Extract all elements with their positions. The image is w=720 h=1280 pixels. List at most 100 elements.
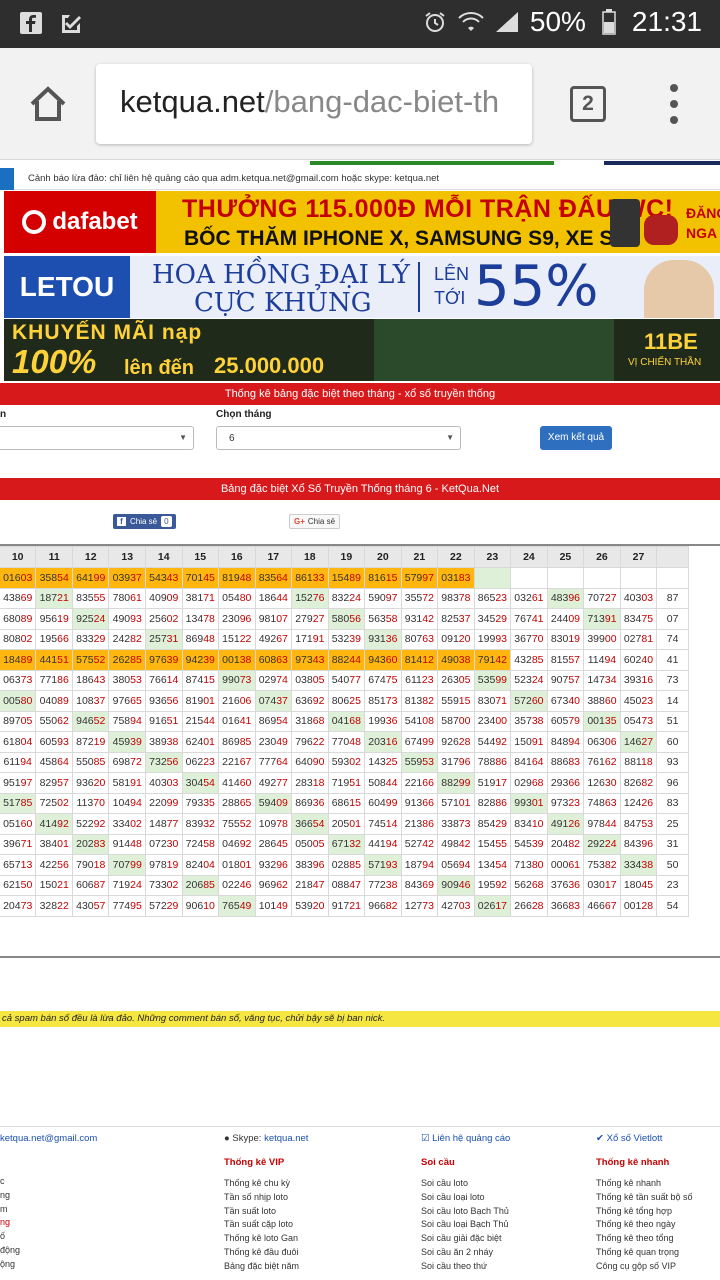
table-cell: 54539: [510, 833, 548, 855]
footer-link[interactable]: Thống kê chu kỳ: [224, 1177, 299, 1191]
table-cell: 39900: [583, 628, 621, 650]
ads-contact-link[interactable]: ☑ Liên hệ quảng cáo: [421, 1133, 510, 1144]
footer-link[interactable]: Thống kê loto Gan: [224, 1232, 299, 1246]
footer-link[interactable]: động: [0, 1244, 20, 1258]
table-cell: 56358: [364, 608, 402, 630]
letou-banner[interactable]: LETOU HOA HỒNG ĐẠI LÝ CỰC KHỦNG LÊN TỚI …: [4, 256, 720, 318]
footer-link[interactable]: Tần suất cặp loto: [224, 1218, 299, 1232]
table-cell: 82537: [437, 608, 475, 630]
dafabet-banner[interactable]: dafabet THƯỞNG 115.000Đ MỖI TRẬN ĐẤU WC!…: [4, 191, 720, 253]
signal-icon: [494, 8, 520, 36]
month-select[interactable]: 6 ▼: [216, 426, 461, 450]
table-cell: 01801: [218, 854, 256, 876]
table-cell: 93620: [71, 772, 110, 794]
table-cell: 94360: [364, 649, 402, 671]
footer-link[interactable]: ng: [0, 1189, 20, 1203]
table-cell: 99301: [510, 792, 548, 814]
table-header-cell: 10: [0, 546, 37, 568]
footer-link[interactable]: Thống kê tần suất bộ số: [596, 1191, 693, 1205]
table-cell: 55062: [35, 710, 73, 732]
table-cell: 44151: [35, 649, 73, 671]
view-results-button[interactable]: Xem kết quả: [540, 426, 612, 450]
table-cell: 90946: [437, 874, 475, 896]
table-cell: 23400: [473, 710, 512, 732]
table-cell: 42256: [35, 854, 73, 876]
promo-banner[interactable]: KHUYẾN MÃI nạp 100% lên đến 25.000.000 1…: [4, 319, 720, 381]
footer-link[interactable]: Soi cầu loại loto: [421, 1191, 509, 1205]
table-row: 5951978295793620581914030330454414604927…: [0, 772, 689, 794]
ad-strip: [604, 161, 720, 165]
footer-link[interactable]: Tần suất loto: [224, 1205, 299, 1219]
vietlott-link[interactable]: ✔ Xổ số Vietlott: [596, 1133, 662, 1144]
footer-link[interactable]: ộng: [0, 1258, 20, 1272]
table-cell: 84164: [510, 751, 548, 773]
footer-link[interactable]: m: [0, 1203, 20, 1217]
footer-link[interactable]: Soi cầu giải đặc biệt: [421, 1232, 509, 1246]
footer-link[interactable]: Thống kê theo ngày: [596, 1218, 693, 1232]
table-cell: 04089: [35, 690, 73, 712]
footer-link[interactable]: Thống kê quan trọng: [596, 1246, 693, 1260]
year-select[interactable]: ▼: [0, 426, 194, 450]
month-select-value: 6: [229, 433, 235, 444]
tab-switcher-button[interactable]: 2: [570, 86, 606, 122]
table-cell: 00135: [583, 710, 621, 732]
footer-link[interactable]: Thống kê theo tổng: [596, 1232, 693, 1246]
footer-link[interactable]: ố: [0, 1230, 20, 1244]
nav-tab[interactable]: [0, 168, 14, 190]
table-cell: 28865: [218, 792, 256, 814]
footer-link[interactable]: Soi cầu loto: [421, 1177, 509, 1191]
footer-link[interactable]: Soi cầu theo thứ: [421, 1260, 509, 1274]
table-cell: 53599: [473, 669, 512, 691]
footer-email[interactable]: ketqua.net@gmail.com: [0, 1133, 97, 1144]
table-cell: 00128: [619, 895, 658, 917]
table-cell: 17191: [291, 628, 329, 650]
gplus-share-button[interactable]: G+ Chia sẻ: [289, 514, 341, 529]
table-cell: 06306: [583, 731, 621, 753]
footer-link[interactable]: Soi cầu loại Bạch Thủ: [421, 1218, 509, 1232]
table-cell: 44194: [364, 833, 402, 855]
more-menu-icon[interactable]: [664, 84, 684, 124]
table-cell: 90757: [546, 669, 585, 691]
url-bar[interactable]: ketqua.net/bang-dac-biet-th: [96, 64, 532, 144]
footer-link[interactable]: Soi cầu ăn 2 nháy: [421, 1246, 509, 1260]
skype-link[interactable]: ketqua.net: [264, 1133, 308, 1144]
footer-link[interactable]: Bảng đặc biệt năm: [224, 1260, 299, 1274]
table-cell: 15455: [473, 833, 512, 855]
table-title: Bảng đặc biệt Xổ Số Truyền Thống tháng 6…: [0, 478, 720, 500]
table-cell: 39671: [0, 833, 37, 855]
results-table: 101112131415161718192021222324252627 001…: [0, 546, 689, 917]
table-cell: 67340: [546, 690, 585, 712]
table-cell: 30454: [181, 772, 220, 794]
home-icon[interactable]: [26, 82, 70, 126]
table-cell: 81382: [400, 690, 439, 712]
table-cell: 53239: [327, 628, 366, 650]
table-cell: 11370: [71, 792, 110, 814]
footer-link[interactable]: Soi cầu loto Bạch Thủ: [421, 1205, 509, 1219]
facebook-share-button[interactable]: f Chia sẻ 0: [113, 514, 176, 529]
table-cell: 81557: [546, 649, 585, 671]
footer-link[interactable]: Tần số nhịp loto: [224, 1191, 299, 1205]
table-cell: 62401: [181, 731, 220, 753]
table-cell: 64199: [71, 567, 110, 589]
footer-contact-row: ketqua.net@gmail.com ● Skype: ketqua.net…: [0, 1126, 720, 1150]
table-header-cell: 20: [364, 546, 402, 568]
table-cell: 07437: [254, 690, 293, 712]
table-cell: 91448: [108, 833, 146, 855]
footer-link[interactable]: Công cụ gộp số VIP: [596, 1260, 693, 1274]
table-cell: 61123: [400, 669, 439, 691]
footer-link[interactable]: c: [0, 1175, 20, 1189]
table-cell: 49093: [108, 608, 146, 630]
table-cell: 18045: [619, 874, 658, 896]
table-cell: 83224: [327, 587, 366, 609]
table-cell: 81948: [218, 567, 256, 589]
footer-link[interactable]: ng: [0, 1216, 20, 1230]
table-cell: 18643: [71, 669, 110, 691]
table-cell: 69872: [108, 751, 146, 773]
footer-link[interactable]: Thống kê nhanh: [596, 1177, 693, 1191]
footer-link[interactable]: Thống kê tổng hợp: [596, 1205, 693, 1219]
table-cell: 49038: [437, 649, 475, 671]
table-cell: 55085: [71, 751, 110, 773]
table-cell: 00580: [0, 690, 37, 712]
table-cell: 29366: [546, 772, 585, 794]
footer-link[interactable]: Thống kê đầu đuôi: [224, 1246, 299, 1260]
